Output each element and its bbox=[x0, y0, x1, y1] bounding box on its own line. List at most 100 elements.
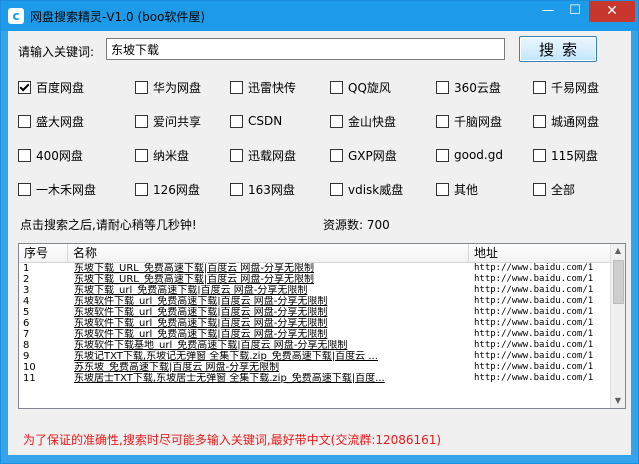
source-checkbox[interactable]: 千易网盘 bbox=[533, 79, 599, 95]
source-checkbox[interactable]: 163网盘 bbox=[230, 181, 295, 197]
source-checkbox[interactable]: 一木禾网盘 bbox=[18, 181, 96, 197]
source-checkbox-label[interactable]: 115网盘 bbox=[551, 147, 598, 164]
source-checkbox-label[interactable]: 迅雷快传 bbox=[248, 79, 296, 96]
checkbox-unchecked-icon[interactable] bbox=[18, 114, 31, 128]
checkbox-unchecked-icon[interactable] bbox=[230, 114, 243, 128]
source-checkbox[interactable]: 华为网盘 bbox=[135, 79, 201, 95]
source-checkbox[interactable]: GXP网盘 bbox=[330, 147, 397, 163]
source-checkbox-label[interactable]: GXP网盘 bbox=[348, 147, 397, 164]
source-checkbox-label[interactable]: 金山快盘 bbox=[348, 113, 396, 130]
source-checkbox-label[interactable]: 纳米盘 bbox=[153, 147, 189, 164]
source-checkbox-label[interactable]: QQ旋风 bbox=[348, 79, 391, 96]
table-row[interactable]: 4 东坡软件下载_url_免费高速下载|百度云 网盘-分享无限制 http://ww… bbox=[19, 296, 611, 307]
source-checkbox[interactable]: 126网盘 bbox=[135, 181, 200, 197]
source-checkbox-label[interactable]: 163网盘 bbox=[248, 181, 295, 198]
source-checkbox-label[interactable]: 360云盘 bbox=[454, 79, 501, 96]
source-checkbox-label[interactable]: good.gd bbox=[454, 148, 503, 162]
source-checkbox-label[interactable]: 400网盘 bbox=[36, 147, 83, 164]
checkbox-unchecked-icon[interactable] bbox=[18, 148, 31, 162]
title-bar[interactable]: c 网盘搜索精灵-V1.0 (boo软件屋) — ☐ ✕ bbox=[1, 1, 638, 31]
checkbox-unchecked-icon[interactable] bbox=[135, 114, 148, 128]
source-checkbox-label[interactable]: 爱问共享 bbox=[153, 113, 201, 130]
source-checkbox-label[interactable]: 千易网盘 bbox=[551, 79, 599, 96]
vertical-scrollbar[interactable]: ▲ ▼ bbox=[610, 244, 625, 408]
minimize-button[interactable]: — bbox=[535, 1, 561, 22]
source-checkbox-label[interactable]: 一木禾网盘 bbox=[36, 181, 96, 198]
source-checkbox-label[interactable]: vdisk威盘 bbox=[348, 181, 403, 198]
table-row[interactable]: 6 东坡软件下载_url_免费高速下载|百度云 网盘-分享无限制 http://ww… bbox=[19, 318, 611, 329]
keyword-label: 请输入关键词: bbox=[18, 45, 95, 59]
source-checkbox[interactable]: vdisk威盘 bbox=[330, 181, 403, 197]
source-checkbox-label[interactable]: 华为网盘 bbox=[153, 79, 201, 96]
source-checkbox-label[interactable]: 全部 bbox=[551, 181, 575, 198]
source-checkbox[interactable]: 全部 bbox=[533, 181, 575, 197]
checkbox-unchecked-icon[interactable] bbox=[330, 114, 343, 128]
checkbox-checked-icon[interactable] bbox=[18, 80, 31, 94]
checkbox-unchecked-icon[interactable] bbox=[330, 148, 343, 162]
source-checkbox[interactable]: 360云盘 bbox=[436, 79, 501, 95]
checkbox-unchecked-icon[interactable] bbox=[330, 182, 343, 196]
source-checkbox-label[interactable]: 盛大网盘 bbox=[36, 113, 84, 130]
source-checkbox[interactable]: good.gd bbox=[436, 147, 503, 163]
keyword-input[interactable] bbox=[106, 38, 505, 60]
column-header-name[interactable]: 名称 bbox=[68, 244, 469, 262]
table-row[interactable]: 3 东坡下载_url_免费高速下载|百度云 网盘-分享无限制 http://www.… bbox=[19, 285, 611, 296]
source-checkbox-label[interactable]: 城通网盘 bbox=[551, 113, 599, 130]
source-checkbox[interactable]: 爱问共享 bbox=[135, 113, 201, 129]
checkbox-unchecked-icon[interactable] bbox=[135, 80, 148, 94]
table-row[interactable]: 10 苏东坡_免费高速下载|百度云 网盘-分享无限制 http://www.baid… bbox=[19, 362, 611, 373]
source-checkbox[interactable]: 115网盘 bbox=[533, 147, 598, 163]
source-checkbox[interactable]: 千脑网盘 bbox=[436, 113, 502, 129]
source-checkbox-label[interactable]: 126网盘 bbox=[153, 181, 200, 198]
source-checkbox[interactable]: 城通网盘 bbox=[533, 113, 599, 129]
checkbox-unchecked-icon[interactable] bbox=[533, 80, 546, 94]
checkbox-unchecked-icon[interactable] bbox=[330, 80, 343, 94]
checkbox-unchecked-icon[interactable] bbox=[18, 182, 31, 196]
scroll-thumb[interactable] bbox=[613, 260, 624, 304]
search-hint: 点击搜索之后,请耐心稍等几秒钟! bbox=[20, 218, 197, 232]
source-checkbox[interactable]: 百度网盘 bbox=[18, 79, 84, 95]
source-checkbox[interactable]: 纳米盘 bbox=[135, 147, 189, 163]
checkbox-unchecked-icon[interactable] bbox=[533, 114, 546, 128]
checkbox-unchecked-icon[interactable] bbox=[533, 148, 546, 162]
source-checkbox[interactable]: CSDN bbox=[230, 113, 282, 129]
source-checkbox[interactable]: 400网盘 bbox=[18, 147, 83, 163]
scroll-up-icon[interactable]: ▲ bbox=[611, 244, 625, 258]
checkbox-unchecked-icon[interactable] bbox=[135, 148, 148, 162]
checkbox-unchecked-icon[interactable] bbox=[230, 182, 243, 196]
checkbox-unchecked-icon[interactable] bbox=[135, 182, 148, 196]
source-checkbox[interactable]: 盛大网盘 bbox=[18, 113, 84, 129]
source-checkbox[interactable]: 金山快盘 bbox=[330, 113, 396, 129]
table-row[interactable]: 9 东坡记TXT下载,东坡记无弹窗 全集下载.zip_免费高速下载|百度云 ...… bbox=[19, 351, 611, 362]
table-row[interactable]: 1 东坡下载_URL_免费高速下载|百度云 网盘-分享无限制 http://www.… bbox=[19, 263, 611, 274]
checkbox-unchecked-icon[interactable] bbox=[533, 182, 546, 196]
table-row[interactable]: 2 东坡下载_URL_免费高速下载|百度云 网盘-分享无限制 http://www.… bbox=[19, 274, 611, 285]
source-checkbox-label[interactable]: CSDN bbox=[248, 114, 282, 128]
table-row[interactable]: 8 东坡软件下载基地_url_免费高速下载|百度云 网盘-分享无限制 http://… bbox=[19, 340, 611, 351]
source-checkbox[interactable]: QQ旋风 bbox=[330, 79, 391, 95]
table-row[interactable]: 11 东坡居士TXT下载,东坡居士无弹窗 全集下载.zip_免费高速下载|百度..… bbox=[19, 373, 611, 384]
scroll-down-icon[interactable]: ▼ bbox=[611, 394, 625, 408]
source-checkbox[interactable]: 迅雷快传 bbox=[230, 79, 296, 95]
checkbox-unchecked-icon[interactable] bbox=[436, 148, 449, 162]
checkbox-unchecked-icon[interactable] bbox=[230, 80, 243, 94]
results-list[interactable]: 序号 名称 地址 1 东坡下载_URL_免费高速下载|百度云 网盘-分享无限制 ht… bbox=[18, 243, 626, 409]
checkbox-unchecked-icon[interactable] bbox=[436, 114, 449, 128]
source-checkbox[interactable]: 迅载网盘 bbox=[230, 147, 296, 163]
source-checkbox-label[interactable]: 百度网盘 bbox=[36, 79, 84, 96]
source-checkbox-label[interactable]: 迅载网盘 bbox=[248, 147, 296, 164]
source-checkbox[interactable]: 其他 bbox=[436, 181, 478, 197]
checkbox-unchecked-icon[interactable] bbox=[436, 80, 449, 94]
checkbox-unchecked-icon[interactable] bbox=[230, 148, 243, 162]
source-checkbox-label[interactable]: 其他 bbox=[454, 181, 478, 198]
checkbox-unchecked-icon[interactable] bbox=[436, 182, 449, 196]
row-number: 4 bbox=[23, 296, 30, 307]
maximize-button[interactable]: ☐ bbox=[562, 1, 588, 22]
source-checkbox-label[interactable]: 千脑网盘 bbox=[454, 113, 502, 130]
table-row[interactable]: 7 东坡软件下载_url_免费高速下载|百度云 网盘-分享无限制 http://ww… bbox=[19, 329, 611, 340]
column-header-url[interactable]: 地址 bbox=[469, 244, 611, 262]
close-button[interactable]: ✕ bbox=[589, 1, 635, 22]
search-button[interactable]: 搜索 bbox=[519, 36, 597, 62]
column-header-no[interactable]: 序号 bbox=[19, 244, 68, 262]
table-row[interactable]: 5 东坡软件下载_url_免费高速下载|百度云 网盘-分享无限制 http://ww… bbox=[19, 307, 611, 318]
